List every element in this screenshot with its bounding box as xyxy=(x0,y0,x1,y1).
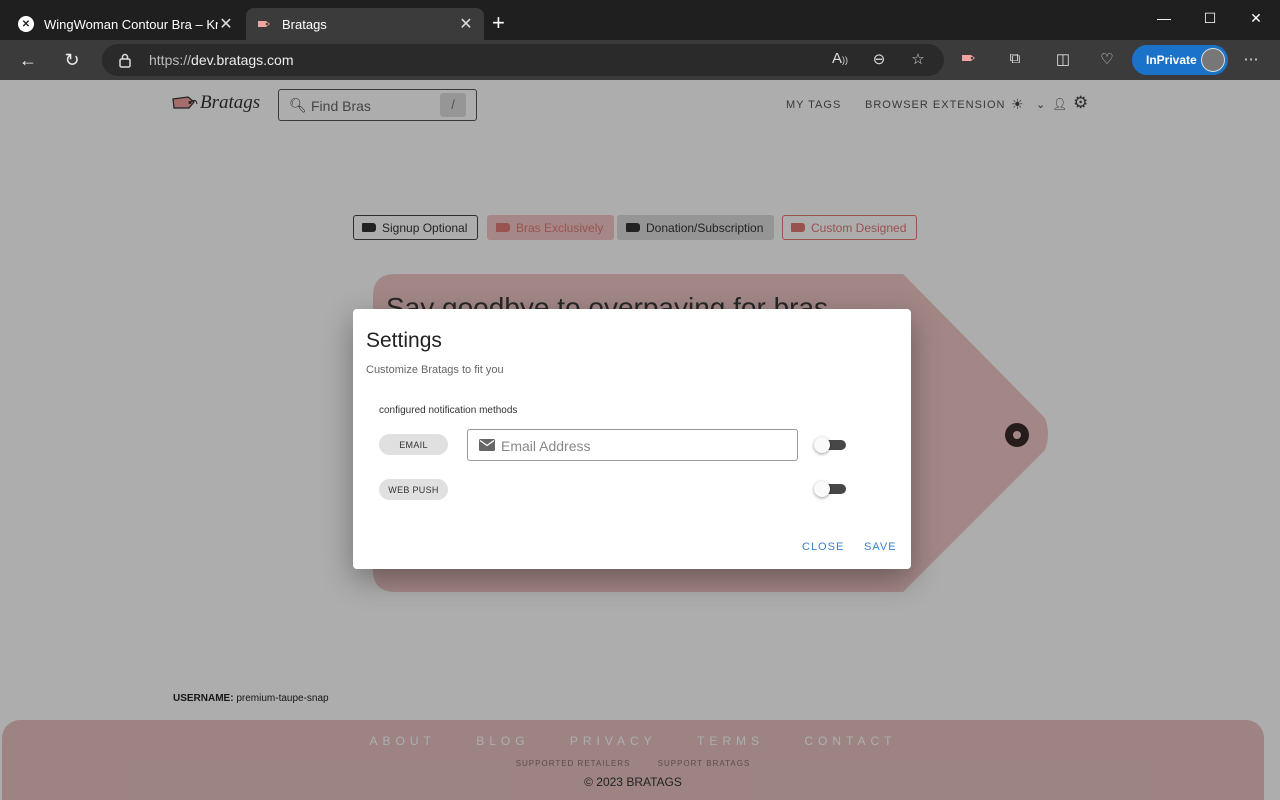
inprivate-button[interactable]: InPrivate xyxy=(1132,45,1228,75)
inprivate-label: InPrivate xyxy=(1146,53,1197,67)
favorite-star-icon[interactable]: ☆ xyxy=(907,50,929,70)
dialog-title: Settings xyxy=(366,329,442,352)
extensions-icon[interactable]: ⧉ xyxy=(1004,50,1026,70)
browser-essentials-icon[interactable]: ♡ xyxy=(1096,50,1118,70)
split-screen-icon[interactable]: ◫ xyxy=(1052,50,1074,70)
minimize-icon[interactable]: — xyxy=(1154,10,1174,26)
settings-dialog: Settings Customize Bratags to fit you co… xyxy=(353,309,911,569)
close-icon[interactable]: ✕ xyxy=(458,14,474,34)
window-close-icon[interactable]: ✕ xyxy=(1246,10,1266,27)
browser-toolbar: ← ↻ https://dev.bratags.com A)) ⊖ ☆ ⧉ ◫ … xyxy=(0,40,1280,80)
refresh-icon[interactable]: ↻ xyxy=(60,48,84,72)
new-tab-button[interactable]: + xyxy=(492,12,505,34)
notification-methods-label: configured notification methods xyxy=(379,405,518,416)
lock-icon xyxy=(119,53,131,68)
browser-tab-bratags[interactable]: Bratags ✕ xyxy=(246,8,484,40)
web-push-toggle[interactable] xyxy=(814,481,848,497)
method-chip-web-push: WEB PUSH xyxy=(379,479,448,500)
method-chip-email: EMAIL xyxy=(379,434,448,455)
page-viewport: Bratags 🔍︎ Find Bras / MY TAGS BROWSER E… xyxy=(0,80,1280,800)
browser-titlebar: ✕ WingWoman Contour Bra – Knix ✕ Bratags… xyxy=(0,0,1280,40)
maximize-icon[interactable]: ☐ xyxy=(1200,10,1220,27)
close-icon[interactable]: ✕ xyxy=(218,14,234,34)
profile-avatar xyxy=(1201,48,1225,72)
save-button[interactable]: SAVE xyxy=(864,541,897,553)
address-bar[interactable]: https://dev.bratags.com A)) ⊖ ☆ xyxy=(102,44,944,76)
browser-tab-knix[interactable]: ✕ WingWoman Contour Bra – Knix ✕ xyxy=(8,8,244,40)
back-icon[interactable]: ← xyxy=(16,48,40,72)
dialog-subtitle: Customize Bratags to fit you xyxy=(366,364,504,376)
email-toggle[interactable] xyxy=(814,437,848,453)
bratags-extension-icon[interactable] xyxy=(958,50,980,70)
tab-title: WingWoman Contour Bra – Knix xyxy=(44,16,218,32)
zoom-out-icon[interactable]: ⊖ xyxy=(868,50,890,70)
more-menu-icon[interactable]: ⋯ xyxy=(1240,50,1262,70)
toggle-knob xyxy=(814,481,830,497)
url-text: https://dev.bratags.com xyxy=(149,52,294,68)
close-button[interactable]: CLOSE xyxy=(802,541,844,553)
read-aloud-icon[interactable]: A)) xyxy=(829,50,851,70)
email-field[interactable]: Email Address xyxy=(467,429,798,461)
email-placeholder: Email Address xyxy=(501,438,591,454)
toggle-knob xyxy=(814,437,830,453)
mail-icon xyxy=(479,439,495,451)
bratags-icon xyxy=(256,16,272,32)
tab-title: Bratags xyxy=(282,16,327,32)
knix-icon: ✕ xyxy=(18,16,34,32)
